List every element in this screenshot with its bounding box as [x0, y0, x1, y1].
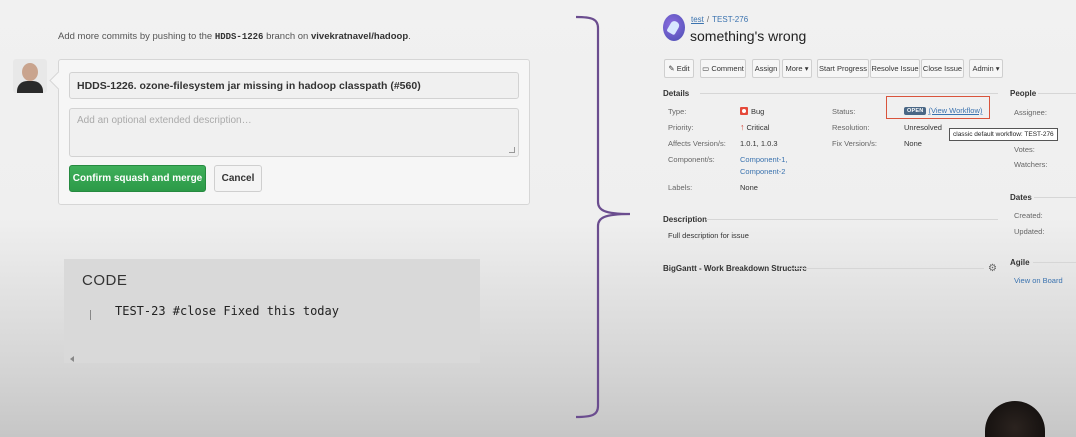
cancel-button[interactable]: Cancel: [214, 165, 262, 192]
branch-name[interactable]: HDDS-1226: [215, 32, 264, 42]
votes-label: Votes:: [1014, 145, 1035, 154]
gear-icon[interactable]: ⚙: [988, 263, 997, 274]
fix-version-label: Fix Version/s:: [832, 139, 878, 148]
repo-name[interactable]: vivekratnavel/hadoop: [311, 31, 408, 42]
status-highlight-box: [886, 96, 990, 119]
agile-divider: [1033, 262, 1076, 263]
component-link[interactable]: Component-2: [740, 167, 785, 176]
people-heading[interactable]: People: [1010, 89, 1036, 98]
comment-button[interactable]: ▭ Comment: [700, 59, 746, 78]
hint-middle: branch on: [266, 31, 309, 42]
type-label: Type:: [668, 107, 687, 116]
watchers-label: Watchers:: [1014, 160, 1048, 169]
details-divider: [700, 93, 998, 94]
confirm-squash-merge-button[interactable]: Confirm squash and merge: [69, 165, 206, 192]
code-block: CODE TEST-23 #close Fixed this today: [64, 259, 480, 363]
breadcrumb-issue-key[interactable]: TEST-276: [712, 15, 748, 24]
more-label: More: [785, 64, 803, 73]
textarea-resize-handle[interactable]: [509, 147, 515, 153]
agile-heading[interactable]: Agile: [1010, 258, 1030, 267]
admin-label: Admin: [972, 64, 994, 73]
resolution-value: Unresolved: [904, 123, 942, 132]
type-value-text: Bug: [751, 107, 765, 116]
breadcrumb: test / TEST-276: [691, 15, 749, 24]
code-gutter-bar: [90, 310, 91, 320]
commit-title-input[interactable]: HDDS-1226. ozone-filesystem jar missing …: [69, 72, 519, 99]
issue-summary[interactable]: something's wrong: [690, 28, 806, 44]
labels-value[interactable]: None: [740, 183, 758, 192]
presenter-webcam: [985, 401, 1045, 437]
priority-label: Priority:: [668, 123, 694, 132]
breadcrumb-project-link[interactable]: test: [691, 15, 704, 24]
priority-value-text: Critical: [746, 123, 770, 132]
arrow-up-icon: ↑: [740, 122, 745, 132]
priority-value: ↑ Critical: [740, 122, 769, 132]
close-issue-button[interactable]: Close Issue: [921, 59, 964, 78]
updated-label: Updated:: [1014, 227, 1045, 236]
chevron-down-icon: ▾: [995, 64, 1000, 73]
chevron-down-icon: ▾: [804, 64, 809, 73]
view-on-board-link[interactable]: View on Board: [1014, 276, 1063, 285]
description-heading[interactable]: Description: [663, 215, 707, 224]
hint-suffix: .: [408, 31, 411, 42]
details-heading[interactable]: Details: [663, 89, 689, 98]
labels-label: Labels:: [668, 183, 693, 192]
created-label: Created:: [1014, 211, 1043, 220]
components-label: Component/s:: [668, 155, 715, 164]
commit-description-textarea[interactable]: Add an optional extended description…: [69, 108, 519, 157]
merge-hint: Add more commits by pushing to the HDDS-…: [58, 31, 411, 42]
comment-icon: ▭: [702, 64, 710, 73]
start-progress-button[interactable]: Start Progress: [817, 59, 869, 78]
affects-version-value[interactable]: 1.0.1, 1.0.3: [740, 139, 778, 148]
description-text[interactable]: Full description for issue: [668, 231, 749, 240]
biggantt-heading[interactable]: BigGantt - Work Breakdown Structure: [663, 264, 807, 273]
hint-prefix: Add more commits by pushing to the: [58, 31, 213, 42]
comment-label: Comment: [711, 64, 744, 73]
biggantt-divider: [790, 268, 984, 269]
people-divider: [1038, 93, 1076, 94]
edit-label: Edit: [676, 64, 690, 73]
status-label: Status:: [832, 107, 856, 116]
workflow-tooltip: classic default workflow: TEST-276: [949, 128, 1058, 141]
more-dropdown[interactable]: More ▾: [782, 59, 812, 78]
resolve-issue-button[interactable]: Resolve Issue: [870, 59, 920, 78]
avatar[interactable]: [13, 59, 47, 93]
code-line: TEST-23 #close Fixed this today: [115, 304, 339, 318]
fix-version-value[interactable]: None: [904, 139, 922, 148]
pencil-icon: ✎: [668, 64, 675, 73]
assignee-label: Assignee:: [1014, 108, 1047, 117]
dates-heading[interactable]: Dates: [1010, 193, 1032, 202]
edit-button[interactable]: ✎ Edit: [664, 59, 694, 78]
dates-divider: [1034, 197, 1076, 198]
merge-form: HDDS-1226. ozone-filesystem jar missing …: [58, 59, 530, 205]
resolution-label: Resolution:: [832, 123, 870, 132]
assign-button[interactable]: Assign: [752, 59, 780, 78]
affects-version-label: Affects Version/s:: [668, 139, 726, 148]
description-divider: [706, 219, 998, 220]
project-avatar-icon[interactable]: [663, 14, 685, 41]
code-block-title: CODE: [82, 272, 128, 289]
bug-icon: [740, 107, 748, 115]
scroll-left-arrow-icon[interactable]: [70, 356, 74, 362]
curly-bracket: [575, 15, 631, 419]
component-link[interactable]: Component-1,: [740, 155, 788, 164]
admin-dropdown[interactable]: Admin ▾: [969, 59, 1003, 78]
type-value: Bug: [740, 107, 764, 116]
